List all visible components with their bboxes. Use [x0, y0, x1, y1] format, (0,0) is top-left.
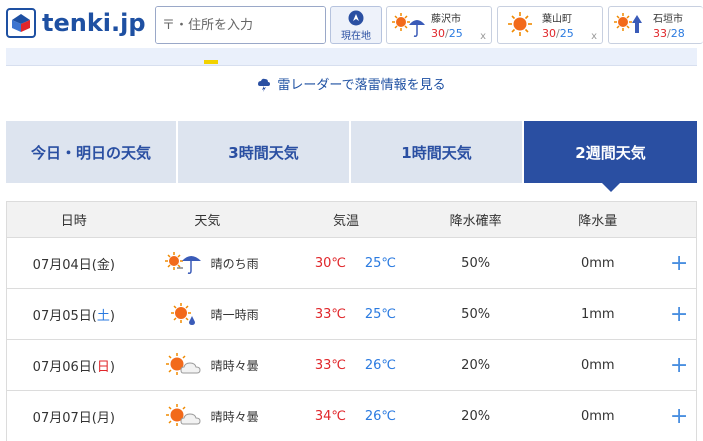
site-logo[interactable]: tenki.jp	[6, 6, 146, 40]
row-temps: 33℃ 26℃	[274, 358, 418, 373]
table-row[interactable]: 07月05日(土) 晴一時雨 33℃ 25℃ 50% 1mm +	[7, 289, 696, 340]
sun-icon	[508, 12, 532, 36]
city-card-ishigaki[interactable]: 石垣市 33/28	[608, 6, 703, 44]
forecast-tabs: 今日・明日の天気 3時間天気 1時間天気 2週間天気	[6, 121, 697, 192]
weather-text: 晴時々曇	[210, 358, 259, 373]
precip-amount: 0mm	[580, 255, 615, 271]
city-name: 葉山町	[542, 14, 572, 25]
city-card-fujisawa[interactable]: 藤沢市 30/25 x	[386, 6, 492, 44]
low-temp: 26℃	[364, 357, 396, 373]
expand-row-button[interactable]: +	[662, 302, 696, 327]
weather-text: 晴のち雨	[210, 256, 259, 271]
city-temps: 30/25	[431, 27, 463, 40]
weather-text: 晴一時雨	[210, 307, 259, 322]
lightning-radar-link[interactable]: 雷レーダーで落雷情報を見る	[0, 74, 703, 93]
tab-today-tomorrow[interactable]: 今日・明日の天気	[6, 121, 178, 183]
row-date: 07月05日(土)	[32, 308, 115, 324]
row-date: 07月04日(金)	[32, 257, 115, 273]
row-temps: 34℃ 26℃	[274, 409, 418, 424]
expand-row-button[interactable]: +	[662, 404, 696, 429]
column-header-weather: 天気	[194, 214, 221, 229]
remove-city-button[interactable]: x	[480, 31, 486, 42]
column-header-precip-amount: 降水量	[578, 214, 618, 229]
expand-row-button[interactable]: +	[662, 251, 696, 276]
high-temp: 33℃	[314, 357, 346, 373]
table-row[interactable]: 07月07日(月) 晴時々曇 34℃ 26℃ 20% 0mm +	[7, 391, 696, 441]
precip-amount: 1mm	[580, 306, 615, 322]
city-name: 石垣市	[653, 14, 683, 25]
low-temp: 25℃	[364, 255, 396, 271]
sun-with-cloud-icon	[165, 404, 201, 426]
high-temp: 33℃	[314, 306, 346, 322]
precip-amount: 0mm	[580, 357, 615, 373]
city-temps: 30/25	[542, 27, 574, 40]
row-temps: 33℃ 25℃	[274, 307, 418, 322]
city-card-hayama[interactable]: 葉山町 30/25 x	[497, 6, 603, 44]
current-location-label: 現在地	[341, 31, 371, 42]
two-week-forecast-table: 日時 天気 気温 降水確率 降水量 07月04日(金) 晴のち雨 30℃ 25℃…	[6, 201, 697, 441]
lightning-radar-link-text: 雷レーダーで落雷情報を見る	[277, 78, 446, 93]
row-date: 07月07日(月)	[32, 410, 115, 426]
logo-text: tenki.jp	[42, 9, 146, 37]
site-header: tenki.jp 検索 現在地 藤沢市 30/25 x	[0, 0, 703, 48]
row-date: 07月06日(日)	[32, 359, 115, 375]
thunder-cloud-icon	[258, 78, 271, 92]
sun-then-rain-icon	[392, 13, 425, 37]
tab-2-week[interactable]: 2週間天気	[524, 121, 697, 192]
high-temp: 30℃	[314, 255, 346, 271]
current-location-button[interactable]: 現在地	[330, 6, 382, 44]
column-header-date: 日時	[60, 214, 87, 229]
location-arrow-icon	[348, 10, 364, 26]
city-temps: 33/28	[653, 27, 685, 40]
precip-amount: 0mm	[580, 408, 615, 424]
low-temp: 25℃	[364, 306, 396, 322]
tab-3-hour[interactable]: 3時間天気	[178, 121, 351, 183]
table-row[interactable]: 07月04日(金) 晴のち雨 30℃ 25℃ 50% 0mm +	[7, 238, 696, 289]
strip-marker	[204, 60, 218, 64]
column-header-precip-prob: 降水確率	[449, 214, 502, 229]
table-header-row: 日時 天気 気温 降水確率 降水量	[7, 202, 696, 238]
remove-city-button[interactable]: x	[591, 31, 597, 42]
high-temp: 34℃	[314, 408, 346, 424]
sun-with-cloud-icon	[165, 353, 201, 375]
search-box: 検索	[155, 6, 326, 44]
low-temp: 26℃	[364, 408, 396, 424]
header-strip	[6, 48, 697, 66]
table-row[interactable]: 07月06日(日) 晴時々曇 33℃ 26℃ 20% 0mm +	[7, 340, 696, 391]
expand-row-button[interactable]: +	[662, 353, 696, 378]
logo-mark-icon	[6, 8, 36, 38]
precip-probability: 50%	[461, 306, 491, 322]
sun-with-rain-icon	[170, 303, 195, 325]
city-name: 藤沢市	[431, 14, 461, 25]
precip-probability: 50%	[461, 255, 491, 271]
address-search-input[interactable]	[156, 7, 325, 43]
tab-1-hour[interactable]: 1時間天気	[351, 121, 524, 183]
column-header-temp: 気温	[333, 214, 360, 229]
sun-then-rain-icon	[614, 13, 642, 33]
sun-then-rain-icon	[164, 252, 201, 274]
precip-probability: 20%	[461, 408, 491, 424]
precip-probability: 20%	[461, 357, 491, 373]
row-temps: 30℃ 25℃	[274, 256, 418, 271]
weather-text: 晴時々曇	[210, 409, 259, 424]
